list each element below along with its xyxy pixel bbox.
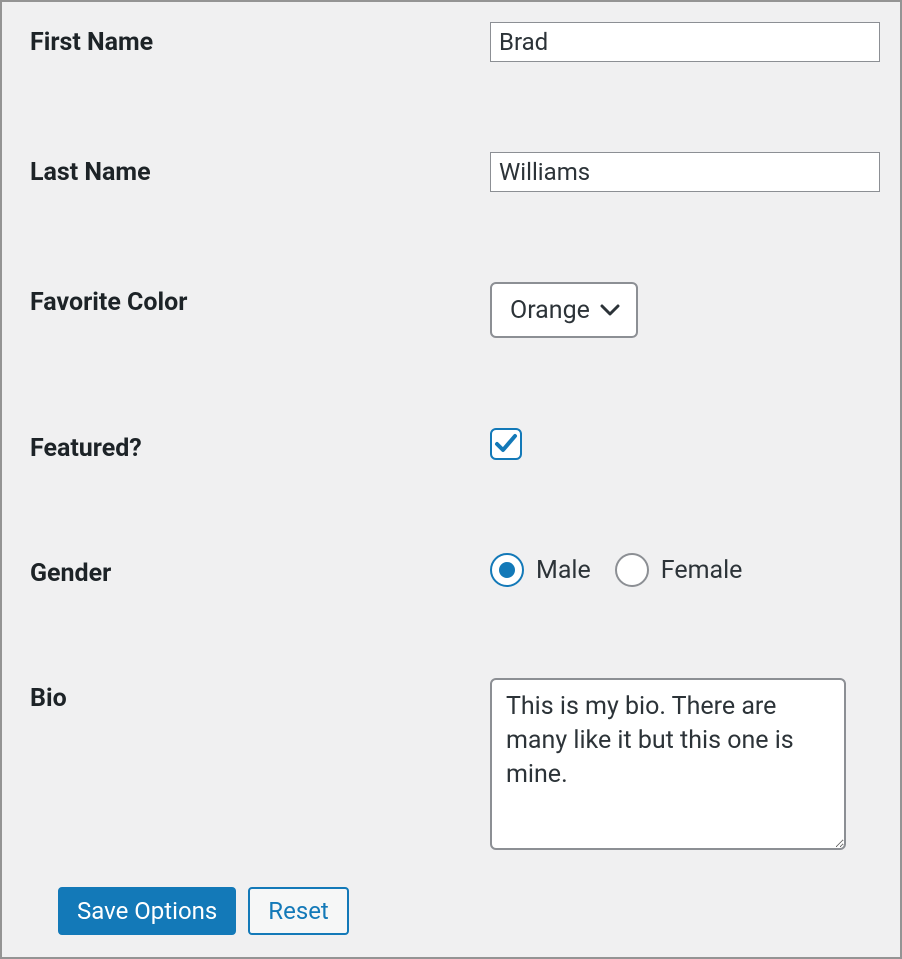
label-bio: Bio [30, 678, 490, 713]
row-featured: Featured? [30, 428, 872, 463]
check-icon [494, 433, 518, 455]
settings-panel: First Name Last Name Favorite Color Oran… [0, 0, 902, 959]
row-first-name: First Name [30, 22, 872, 62]
gender-radio-male[interactable] [490, 553, 524, 587]
label-favorite-color: Favorite Color [30, 282, 490, 317]
bio-textarea[interactable] [490, 678, 846, 850]
row-gender: Gender Male Female [30, 553, 872, 588]
label-gender: Gender [30, 553, 490, 588]
radio-dot-icon [499, 562, 515, 578]
favorite-color-select[interactable]: Orange [490, 282, 638, 338]
reset-button[interactable]: Reset [248, 887, 348, 935]
gender-label-female: Female [661, 556, 743, 585]
save-button[interactable]: Save Options [58, 887, 236, 935]
gender-radio-female[interactable] [615, 553, 649, 587]
chevron-down-icon [600, 303, 620, 317]
row-last-name: Last Name [30, 152, 872, 192]
last-name-input[interactable] [490, 152, 880, 192]
featured-checkbox[interactable] [490, 428, 522, 460]
label-first-name: First Name [30, 22, 490, 57]
first-name-input[interactable] [490, 22, 880, 62]
gender-label-male: Male [536, 556, 591, 585]
button-row: Save Options Reset [58, 887, 349, 935]
favorite-color-value: Orange [510, 296, 590, 325]
label-last-name: Last Name [30, 152, 490, 187]
gender-radio-group: Male Female [490, 553, 754, 587]
row-favorite-color: Favorite Color Orange [30, 282, 872, 338]
row-bio: Bio [30, 678, 872, 850]
label-featured: Featured? [30, 428, 490, 463]
